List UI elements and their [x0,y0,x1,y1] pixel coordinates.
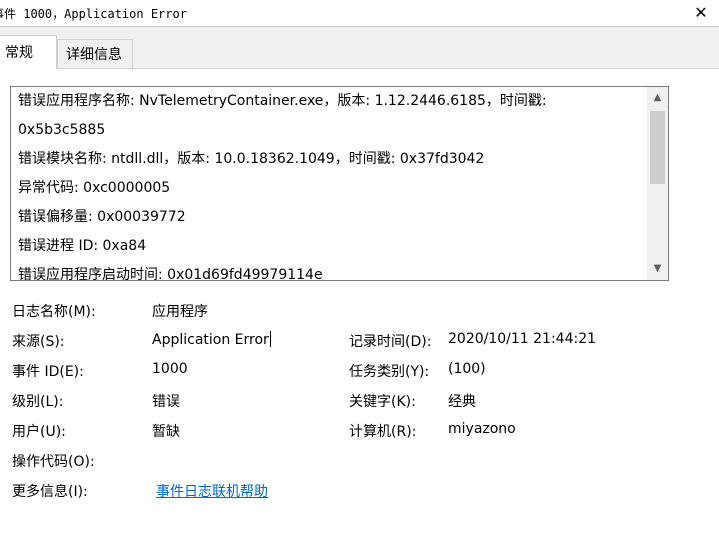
tab-bar: 常规 详细信息 [0,27,719,69]
scroll-up-arrow-icon[interactable]: ▲ [647,89,668,107]
description-line: 错误模块名称: ntdll.dll，版本: 10.0.18362.1049，时间… [18,151,485,167]
level-value: 错误 [152,394,180,410]
description-line: 错误进程 ID: 0xa84 [18,238,147,254]
general-panel: 错误应用程序名称: NvTelemetryContainer.exe，版本: 1… [0,69,719,538]
log-name-value: 应用程序 [152,304,208,320]
more-info-label: 更多信息(I): [12,484,88,500]
keywords-label: 关键字(K): [349,394,416,410]
close-icon: ✕ [694,3,708,22]
opcode-label: 操作代码(O): [12,454,95,470]
user-label: 用户(U): [12,424,66,440]
user-value: 暂缺 [152,424,180,440]
title-bar: 事件 1000，Application Error ✕ [0,0,719,27]
scroll-down-arrow-icon[interactable]: ▼ [647,260,668,278]
description-line: 错误应用程序启动时间: 0x01d69fd49979114e [18,267,323,281]
online-help-link[interactable]: 事件日志联机帮助 [156,481,268,501]
task-category-label: 任务类别(Y): [349,364,430,380]
tab-general[interactable]: 常规 [0,35,57,69]
description-line: 0x5b3c5885 [18,122,106,138]
event-id-label: 事件 ID(E): [12,364,84,380]
window-title: 事件 1000，Application Error [0,7,187,21]
source-value-field[interactable]: Application Error [152,331,271,348]
close-button[interactable]: ✕ [689,1,713,25]
event-description-text[interactable]: 错误应用程序名称: NvTelemetryContainer.exe，版本: 1… [18,87,648,281]
vertical-scrollbar[interactable]: ▲ ▼ [647,87,668,280]
description-line: 错误偏移量: 0x00039772 [18,209,186,225]
scroll-thumb[interactable] [650,111,665,184]
keywords-value: 经典 [448,394,476,410]
description-line: 错误应用程序名称: NvTelemetryContainer.exe，版本: 1… [18,93,547,109]
logged-label: 记录时间(D): [349,334,432,350]
tab-details[interactable]: 详细信息 [57,39,133,69]
event-id-value: 1000 [152,361,188,377]
task-category-value: (100) [448,361,486,377]
event-description-box[interactable]: 错误应用程序名称: NvTelemetryContainer.exe，版本: 1… [10,86,669,281]
source-value: Application Error [152,332,269,348]
computer-label: 计算机(R): [349,424,417,440]
source-label: 来源(S): [12,334,65,350]
logged-value: 2020/10/11 21:44:21 [448,331,597,347]
text-caret [269,331,271,347]
description-line: 异常代码: 0xc0000005 [18,180,171,196]
computer-value: miyazono [448,421,516,437]
level-label: 级别(L): [12,394,64,410]
log-name-label: 日志名称(M): [12,304,96,320]
